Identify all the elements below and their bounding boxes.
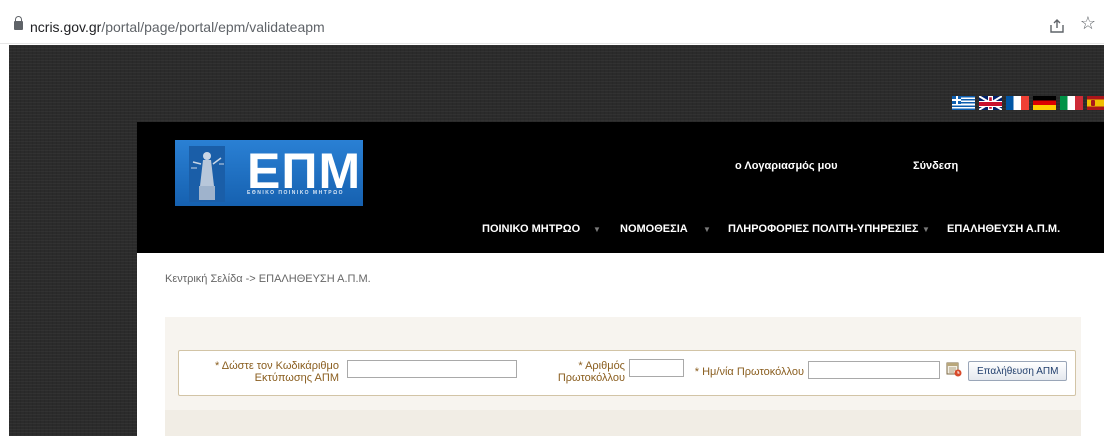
site-header: ΕΠΜ ΕΘΝΙΚΟ ΠΟΙΝΙΚΟ ΜΗΤΡΩΟ ο Λογαριασμός … [137,122,1104,253]
form-footer-band [165,410,1081,436]
uk-flag-icon[interactable] [979,96,1002,110]
lock-icon [14,16,23,30]
spanish-flag-icon[interactable] [1087,96,1104,110]
url-host: ncris.gov.gr [30,19,102,35]
nav-item-citizen-info-services[interactable]: ΠΛΗΡΟΦΟΡΙΕΣ ΠΟΛΙΤΗ-ΥΠΗΡΕΣΙΕΣ [728,223,919,235]
protocol-date-input[interactable] [808,361,940,379]
validation-form: * Δώστε τον Κωδικάριθμο Εκτύπωσης ΑΠΜ * … [178,350,1076,396]
my-account-link[interactable]: ο Λογαριασμός μου [735,160,838,172]
nav-item-criminal-record[interactable]: ΠΟΙΝΙΚΟ ΜΗΤΡΩΟ [482,223,580,235]
logo-subtitle: ΕΘΝΙΚΟ ΠΟΙΝΙΚΟ ΜΗΤΡΩΟ [247,190,344,196]
calendar-icon[interactable] [946,361,962,377]
justice-statue-icon [189,146,225,202]
protocol-number-label: * Αριθμός Πρωτοκόλλου [557,360,625,384]
protocol-date-label: * Ημ/νία Πρωτοκόλλου [694,366,804,378]
browser-address-bar[interactable]: ncris.gov.gr/portal/page/portal/epm/vali… [0,0,1104,44]
chevron-down-icon[interactable]: ▼ [922,225,930,234]
url-text[interactable]: ncris.gov.gr/portal/page/portal/epm/vali… [30,19,325,35]
chevron-down-icon[interactable]: ▼ [593,225,601,234]
login-link[interactable]: Σύνδεση [913,160,958,172]
french-flag-icon[interactable] [1006,96,1029,110]
bookmark-star-icon[interactable]: ☆ [1080,14,1096,32]
print-code-input[interactable] [347,360,517,378]
main-content: Κεντρική Σελίδα -> ΕΠΑΛΗΘΕΥΣΗ Α.Π.Μ. * Δ… [137,253,1104,436]
nav-item-legislation[interactable]: ΝΟΜΟΘΕΣΙΑ [620,223,688,235]
italian-flag-icon[interactable] [1060,96,1083,110]
language-selector [952,96,1104,110]
page-left-edge [0,45,9,436]
chevron-down-icon[interactable]: ▼ [703,225,711,234]
protocol-number-input[interactable] [629,359,684,377]
breadcrumb[interactable]: Κεντρική Σελίδα -> ΕΠΑΛΗΘΕΥΣΗ Α.Π.Μ. [165,273,371,285]
code-label: * Δώστε τον Κωδικάριθμο Εκτύπωσης ΑΠΜ [215,360,339,384]
validate-apm-button[interactable]: Επαλήθευση ΑΠΜ [968,361,1068,381]
form-section: * Δώστε τον Κωδικάριθμο Εκτύπωσης ΑΠΜ * … [165,317,1081,436]
greek-flag-icon[interactable] [952,96,975,110]
german-flag-icon[interactable] [1033,96,1056,110]
share-icon[interactable] [1048,17,1066,35]
epm-logo[interactable]: ΕΠΜ ΕΘΝΙΚΟ ΠΟΙΝΙΚΟ ΜΗΤΡΩΟ [175,140,363,206]
url-path: /portal/page/portal/epm/validateapm [101,19,325,35]
nav-item-validate-apm[interactable]: ΕΠΑΛΗΘΕΥΣΗ Α.Π.Μ. [947,223,1060,235]
